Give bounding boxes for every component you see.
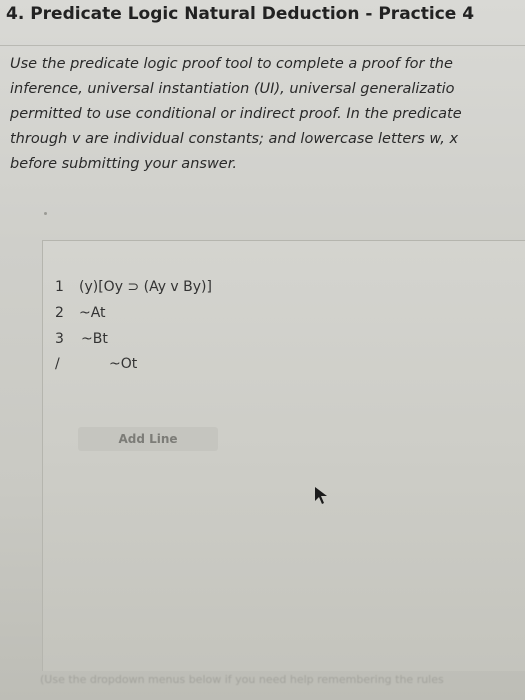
line-number: 3 — [55, 331, 64, 347]
decorative-dot — [44, 212, 47, 215]
instruction-line: through v are individual constants; and … — [10, 131, 459, 147]
proof-tool-panel: 1 (y)[Oy ⊃ (Ay v By)] 2 ~At 3 ~Bt / ~Ot … — [42, 240, 525, 671]
premise-formula[interactable]: ~At — [79, 305, 106, 321]
add-line-button[interactable]: Add Line — [78, 427, 218, 451]
line-number: 2 — [55, 305, 64, 321]
line-number: 1 — [55, 279, 64, 295]
instruction-line: Use the predicate logic proof tool to co… — [10, 56, 453, 72]
mouse-pointer-icon — [315, 487, 327, 504]
conclusion-formula: ~Ot — [109, 356, 138, 372]
dropdown-help-hint: (Use the dropdown menus below if you nee… — [40, 673, 444, 686]
instructions-text: Use the predicate logic proof tool to co… — [10, 52, 525, 177]
premise-formula[interactable]: ~Bt — [81, 331, 108, 347]
instruction-line: permitted to use conditional or indirect… — [10, 106, 462, 122]
page-title: 4. Predicate Logic Natural Deduction - P… — [6, 4, 475, 24]
instruction-line: inference, universal instantiation (UI),… — [10, 81, 455, 97]
title-divider — [0, 45, 525, 46]
page: 4. Predicate Logic Natural Deduction - P… — [0, 0, 525, 700]
instruction-line: before submitting your answer. — [10, 156, 237, 172]
premise-formula[interactable]: (y)[Oy ⊃ (Ay v By)] — [79, 279, 212, 295]
conclusion-marker: / — [55, 356, 60, 372]
